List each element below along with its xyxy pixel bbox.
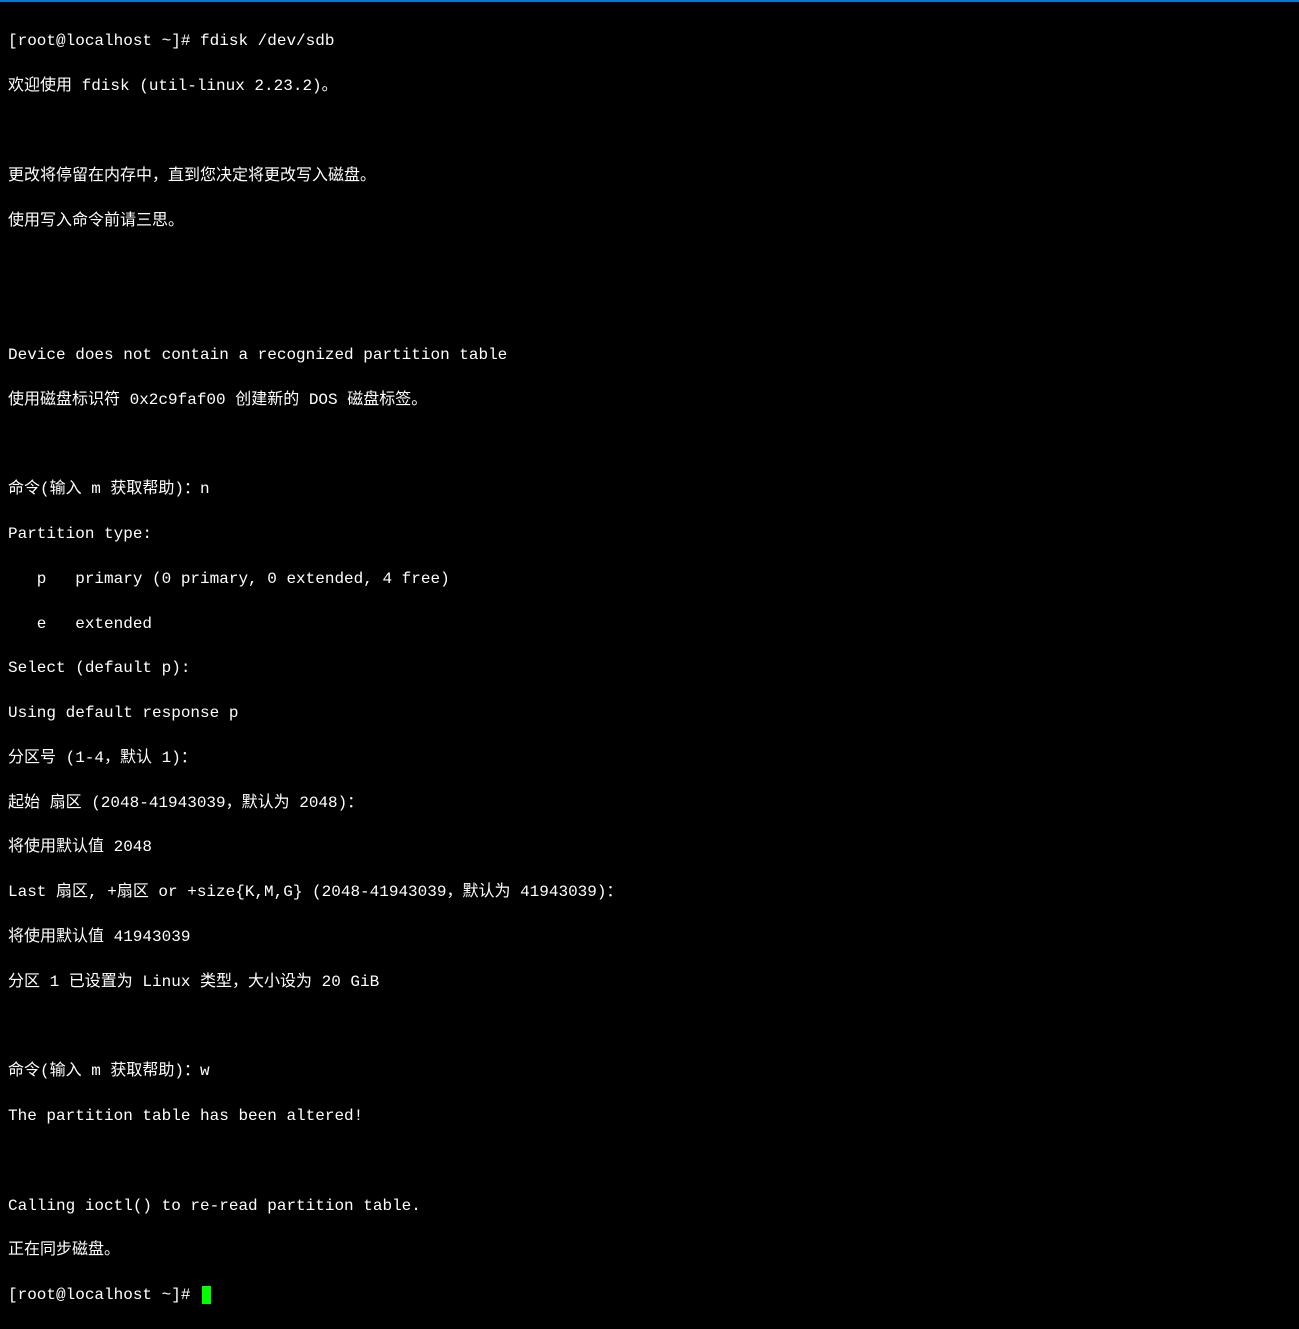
terminal-line: [root@localhost ~]# fdisk /dev/sdb (8, 30, 1291, 52)
terminal-line: 分区 1 已设置为 Linux 类型，大小设为 20 GiB (8, 971, 1291, 993)
terminal-line: Last 扇区, +扇区 or +size{K,M,G} (2048-41943… (8, 881, 1291, 903)
terminal-line: Partition type: (8, 523, 1291, 545)
terminal-line: 命令(输入 m 获取帮助)：w (8, 1060, 1291, 1082)
terminal-line: 欢迎使用 fdisk (util-linux 2.23.2)。 (8, 75, 1291, 97)
terminal-line: 起始 扇区 (2048-41943039，默认为 2048)： (8, 792, 1291, 814)
terminal-line (8, 120, 1291, 142)
terminal-line: 将使用默认值 2048 (8, 836, 1291, 858)
terminal-line: 命令(输入 m 获取帮助)：n (8, 478, 1291, 500)
terminal-line: 正在同步磁盘。 (8, 1239, 1291, 1261)
terminal-line: The partition table has been altered! (8, 1105, 1291, 1127)
terminal-line: Calling ioctl() to re-read partition tab… (8, 1195, 1291, 1217)
terminal-prompt: [root@localhost ~]# (8, 1286, 200, 1304)
terminal-line (8, 1150, 1291, 1172)
terminal-line: 分区号 (1-4，默认 1)： (8, 747, 1291, 769)
cursor-icon (202, 1286, 211, 1304)
terminal-line (8, 254, 1291, 276)
terminal-line: 使用磁盘标识符 0x2c9faf00 创建新的 DOS 磁盘标签。 (8, 389, 1291, 411)
terminal-line (8, 433, 1291, 455)
terminal-line: 将使用默认值 41943039 (8, 926, 1291, 948)
terminal-line: Select (default p): (8, 657, 1291, 679)
terminal-line: p primary (0 primary, 0 extended, 4 free… (8, 568, 1291, 590)
terminal-line: 使用写入命令前请三思。 (8, 210, 1291, 232)
terminal-line: Using default response p (8, 702, 1291, 724)
terminal-line (8, 299, 1291, 321)
terminal-line (8, 1016, 1291, 1038)
terminal-line: e extended (8, 613, 1291, 635)
terminal-line: 更改将停留在内存中，直到您决定将更改写入磁盘。 (8, 165, 1291, 187)
terminal-prompt-line[interactable]: [root@localhost ~]# (8, 1284, 1291, 1306)
terminal-line: Device does not contain a recognized par… (8, 344, 1291, 366)
terminal-output[interactable]: [root@localhost ~]# fdisk /dev/sdb 欢迎使用 … (8, 8, 1291, 1329)
